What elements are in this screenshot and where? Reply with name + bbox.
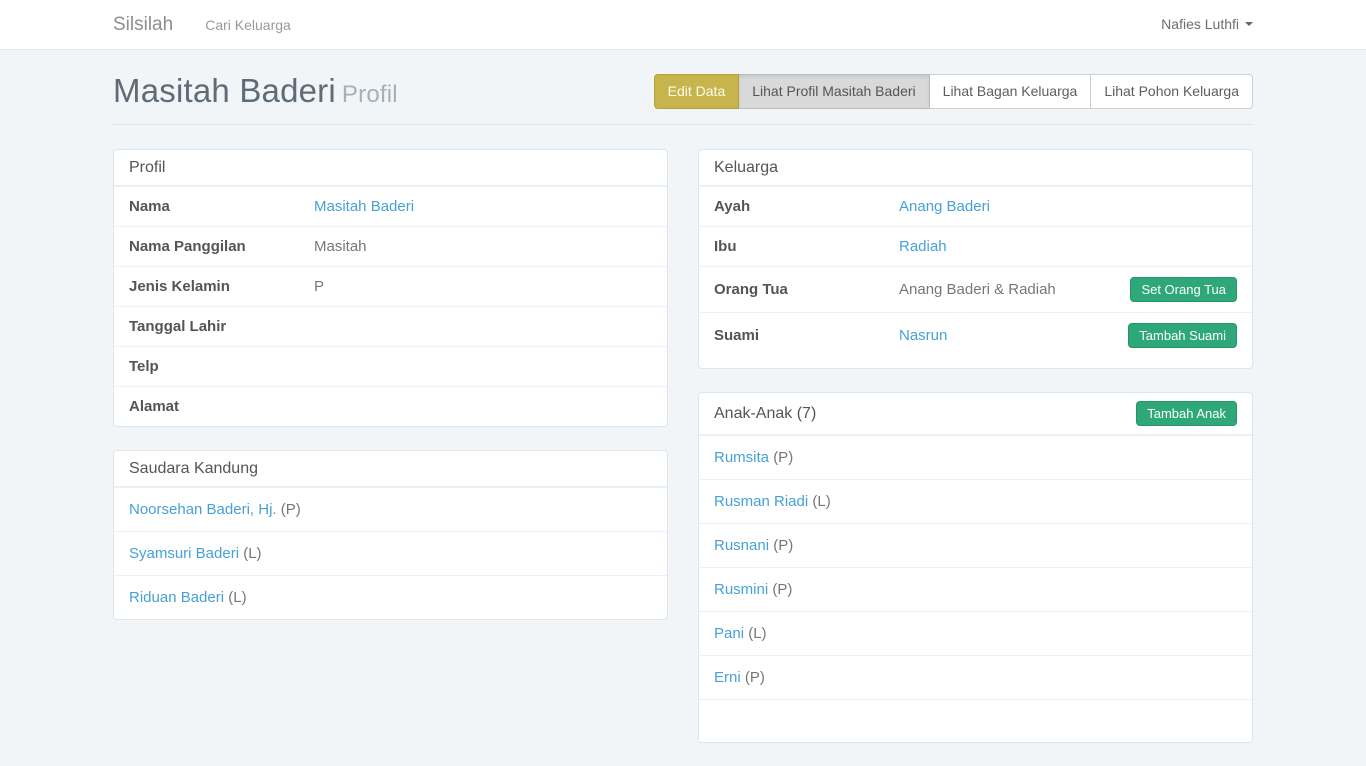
set-orang-tua-button[interactable]: Set Orang Tua — [1130, 277, 1237, 302]
ibu-value-link[interactable]: Radiah — [899, 237, 1237, 256]
right-column: Keluarga Ayah Anang Baderi Ibu Radiah Or… — [698, 149, 1253, 766]
table-row: Orang Tua Anang Baderi & Radiah Set Oran… — [699, 266, 1252, 312]
edit-data-button[interactable]: Edit Data — [654, 74, 740, 109]
sibling-link[interactable]: Syamsuri Baderi — [129, 545, 239, 562]
table-row: Suami Nasrun Tambah Suami — [699, 312, 1252, 358]
gender-label: (P) — [772, 581, 792, 598]
navbar: Silsilah Cari Keluarga Nafies Luthfi — [0, 0, 1366, 50]
list-item: Rusnani (P) — [699, 523, 1252, 567]
table-row: Telp — [114, 346, 667, 386]
child-link[interactable]: Rusman Riadi — [714, 493, 808, 510]
list-item: Pani (L) — [699, 611, 1252, 655]
list-item: Rumsita (P) — [699, 435, 1252, 479]
row-value — [314, 357, 652, 376]
table-row: Ibu Radiah — [699, 226, 1252, 266]
sibling-link[interactable]: Noorsehan Baderi, Hj. — [129, 501, 277, 518]
gender-label: (L) — [748, 625, 766, 642]
row-label: Telp — [129, 357, 314, 376]
row-label: Nama Panggilan — [129, 237, 314, 256]
page-title-subtitle: Profil — [342, 81, 398, 108]
row-label: Suami — [714, 326, 899, 345]
table-row: Tanggal Lahir — [114, 306, 667, 346]
row-label: Nama — [129, 197, 314, 216]
list-item: Rusmini (P) — [699, 567, 1252, 611]
saudara-kandung-panel: Saudara Kandung Noorsehan Baderi, Hj. (P… — [113, 450, 668, 620]
list-item — [699, 699, 1252, 742]
list-item: Rusman Riadi (L) — [699, 479, 1252, 523]
saudara-kandung-panel-title: Saudara Kandung — [114, 451, 667, 487]
row-label: Alamat — [129, 397, 314, 416]
table-row: Nama Panggilan Masitah — [114, 226, 667, 266]
suami-value-link[interactable]: Nasrun — [899, 326, 1128, 345]
list-item: Riduan Baderi (L) — [114, 575, 667, 619]
row-value: Anang Baderi & Radiah — [899, 280, 1130, 299]
anak-anak-panel: Anak-Anak (7) Tambah Anak Rumsita (P) Ru… — [698, 392, 1253, 743]
row-label: Ibu — [714, 237, 899, 256]
row-label: Tanggal Lahir — [129, 317, 314, 336]
profile-action-buttons: Edit Data Lihat Profil Masitah Baderi Li… — [654, 74, 1253, 109]
child-link[interactable]: Pani — [714, 625, 744, 642]
child-link[interactable]: Rumsita — [714, 449, 769, 466]
list-item: Erni (P) — [699, 655, 1252, 699]
gender-label: (L) — [243, 545, 261, 562]
ayah-value-link[interactable]: Anang Baderi — [899, 197, 1237, 216]
tambah-suami-button[interactable]: Tambah Suami — [1128, 323, 1237, 348]
lihat-pohon-keluarga-button[interactable]: Lihat Pohon Keluarga — [1090, 74, 1253, 109]
keluarga-panel: Keluarga Ayah Anang Baderi Ibu Radiah Or… — [698, 149, 1253, 369]
child-link[interactable]: Rusmini — [714, 581, 768, 598]
child-link[interactable]: Rusnani — [714, 537, 769, 554]
table-row: Jenis Kelamin P — [114, 266, 667, 306]
list-item: Noorsehan Baderi, Hj. (P) — [114, 487, 667, 531]
profil-panel: Profil Nama Masitah Baderi Nama Panggila… — [113, 149, 668, 427]
gender-label: (L) — [812, 493, 830, 510]
gender-label: (L) — [228, 589, 246, 606]
nav-link-cari-keluarga[interactable]: Cari Keluarga — [205, 17, 291, 33]
caret-down-icon — [1245, 22, 1253, 26]
header-divider — [113, 124, 1253, 125]
list-item: Syamsuri Baderi (L) — [114, 531, 667, 575]
row-value: P — [314, 277, 652, 296]
panel-title-text: Saudara Kandung — [129, 460, 258, 478]
row-label: Orang Tua — [714, 280, 899, 299]
table-row: Nama Masitah Baderi — [114, 186, 667, 226]
user-name: Nafies Luthfi — [1161, 16, 1239, 32]
nama-value-link[interactable]: Masitah Baderi — [314, 197, 652, 216]
page-title: Masitah BaderiProfil — [113, 72, 398, 110]
lihat-profil-button[interactable]: Lihat Profil Masitah Baderi — [738, 74, 929, 109]
panel-title-text: Profil — [129, 159, 165, 177]
keluarga-panel-title: Keluarga — [699, 150, 1252, 186]
gender-label: (P) — [281, 501, 301, 518]
panel-title-text: Keluarga — [714, 159, 778, 177]
panel-title-text: Anak-Anak (7) — [714, 405, 816, 423]
main-content: Masitah BaderiProfil Edit Data Lihat Pro… — [98, 72, 1268, 766]
gender-label: (P) — [773, 449, 793, 466]
lihat-bagan-keluarga-button[interactable]: Lihat Bagan Keluarga — [929, 74, 1092, 109]
left-column: Profil Nama Masitah Baderi Nama Panggila… — [113, 149, 668, 643]
table-row: Alamat — [114, 386, 667, 426]
sibling-link[interactable]: Riduan Baderi — [129, 589, 224, 606]
profil-panel-title: Profil — [114, 150, 667, 186]
gender-label: (P) — [773, 537, 793, 554]
row-label: Jenis Kelamin — [129, 277, 314, 296]
user-menu-dropdown[interactable]: Nafies Luthfi — [1161, 16, 1253, 32]
tambah-anak-button[interactable]: Tambah Anak — [1136, 401, 1237, 426]
row-value: Masitah — [314, 237, 652, 256]
anak-anak-panel-header: Anak-Anak (7) Tambah Anak — [699, 393, 1252, 435]
page-title-name: Masitah Baderi — [113, 72, 336, 109]
row-label: Ayah — [714, 197, 899, 216]
row-value — [314, 397, 652, 416]
brand-silsilah[interactable]: Silsilah — [113, 14, 173, 36]
row-value — [314, 317, 652, 336]
table-row: Ayah Anang Baderi — [699, 186, 1252, 226]
